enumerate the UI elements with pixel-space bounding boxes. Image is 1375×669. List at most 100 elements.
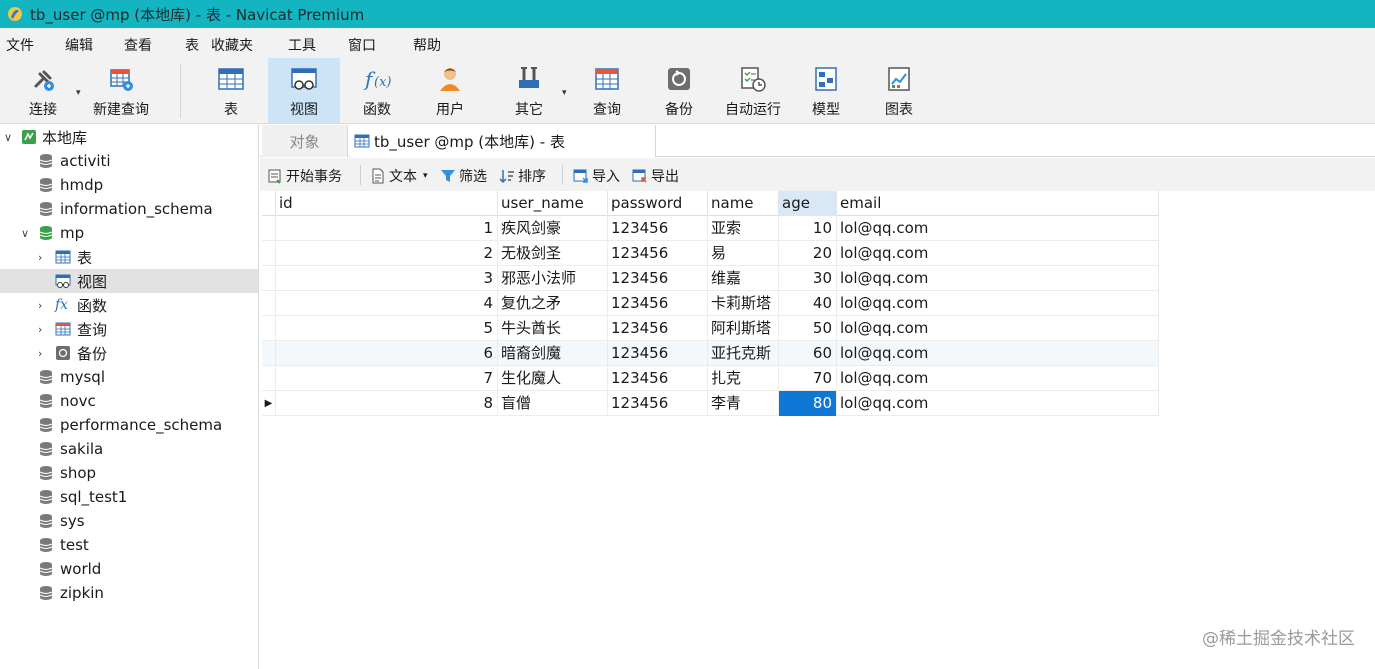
tree-database-mp[interactable]: ∨ mp	[0, 221, 258, 245]
cell-user-name[interactable]: 生化魔人	[498, 366, 608, 391]
row-marker[interactable]	[262, 291, 276, 316]
column-header-password[interactable]: password	[608, 191, 708, 216]
export-button[interactable]: 导出	[632, 166, 679, 186]
tree-database[interactable]: performance_schema	[0, 413, 258, 437]
text-dropdown-icon[interactable]: ▾	[423, 171, 428, 181]
tab-objects[interactable]: 对象	[262, 125, 348, 157]
cell-id[interactable]: 6	[276, 341, 498, 366]
tree-folder-functions[interactable]: › fx 函数	[0, 293, 258, 317]
cell-password[interactable]: 123456	[608, 291, 708, 316]
import-button[interactable]: 导入	[573, 166, 620, 186]
cell-age[interactable]: 40	[779, 291, 837, 316]
connect-button[interactable]: 连接	[14, 58, 72, 124]
cell-name[interactable]: 阿利斯塔	[708, 316, 779, 341]
tab-tb-user[interactable]: tb_user @mp (本地库) - 表	[350, 125, 656, 157]
row-marker[interactable]	[262, 316, 276, 341]
tree-database[interactable]: world	[0, 557, 258, 581]
sort-button[interactable]: 排序	[499, 166, 546, 186]
tree-database[interactable]: test	[0, 533, 258, 557]
cell-email[interactable]: lol@qq.com	[837, 291, 1159, 316]
model-button[interactable]: 模型	[795, 58, 857, 124]
table-row[interactable]: 3 邪恶小法师 123456 维嘉 30 lol@qq.com	[262, 266, 1159, 291]
chevron-right-icon[interactable]: ›	[38, 323, 42, 336]
user-button[interactable]: 用户	[419, 58, 481, 124]
menu-tools[interactable]: 工具	[288, 35, 316, 55]
cell-age[interactable]: 10	[779, 216, 837, 241]
menu-view[interactable]: 查看	[124, 35, 152, 55]
cell-age[interactable]: 60	[779, 341, 837, 366]
chevron-right-icon[interactable]: ›	[38, 299, 42, 312]
tree-folder-queries[interactable]: › 查询	[0, 317, 258, 341]
cell-user-name[interactable]: 无极剑圣	[498, 241, 608, 266]
begin-transaction-button[interactable]: 开始事务	[267, 166, 342, 186]
table-row[interactable]: 1 疾风剑豪 123456 亚索 10 lol@qq.com	[262, 216, 1159, 241]
backup-button[interactable]: 备份	[648, 58, 710, 124]
cell-email[interactable]: lol@qq.com	[837, 391, 1159, 416]
cell-id[interactable]: 7	[276, 366, 498, 391]
cell-age[interactable]: 70	[779, 366, 837, 391]
table-row[interactable]: 5 牛头酋长 123456 阿利斯塔 50 lol@qq.com	[262, 316, 1159, 341]
other-dropdown-icon[interactable]: ▾	[562, 88, 567, 98]
cell-age[interactable]: 20	[779, 241, 837, 266]
chevron-down-icon[interactable]: ∨	[4, 131, 12, 144]
function-button[interactable]: f (x) 函数	[346, 58, 408, 124]
table-row[interactable]: 4 复仇之矛 123456 卡莉斯塔 40 lol@qq.com	[262, 291, 1159, 316]
menu-table[interactable]: 表	[185, 35, 199, 55]
filter-button[interactable]: 筛选	[440, 166, 487, 186]
tree-database[interactable]: sys	[0, 509, 258, 533]
menu-window[interactable]: 窗口	[348, 35, 376, 55]
menu-favorites[interactable]: 收藏夹	[211, 35, 253, 55]
table-row[interactable]: 6 暗裔剑魔 123456 亚托克斯 60 lol@qq.com	[262, 341, 1159, 366]
connect-dropdown-icon[interactable]: ▾	[76, 88, 81, 98]
tree-connection-local[interactable]: ∨ 本地库	[0, 125, 258, 149]
row-marker[interactable]	[262, 366, 276, 391]
table-button[interactable]: 表	[200, 58, 262, 124]
view-button[interactable]: 视图	[268, 58, 340, 124]
cell-id[interactable]: 2	[276, 241, 498, 266]
menu-file[interactable]: 文件	[6, 35, 34, 55]
tree-database[interactable]: information_schema	[0, 197, 258, 221]
cell-age[interactable]: 50	[779, 316, 837, 341]
cell-user-name[interactable]: 疾风剑豪	[498, 216, 608, 241]
cell-user-name[interactable]: 暗裔剑魔	[498, 341, 608, 366]
cell-password[interactable]: 123456	[608, 241, 708, 266]
tree-database[interactable]: mysql	[0, 365, 258, 389]
table-row[interactable]: 7 生化魔人 123456 扎克 70 lol@qq.com	[262, 366, 1159, 391]
current-row-pointer-icon[interactable]: ▶	[262, 391, 276, 416]
cell-id[interactable]: 8	[276, 391, 498, 416]
tree-database[interactable]: sql_test1	[0, 485, 258, 509]
tree-database[interactable]: sakila	[0, 437, 258, 461]
cell-password[interactable]: 123456	[608, 366, 708, 391]
cell-id[interactable]: 3	[276, 266, 498, 291]
table-row-current[interactable]: ▶ 8 盲僧 123456 李青 80 lol@qq.com	[262, 391, 1159, 416]
column-header-user-name[interactable]: user_name	[498, 191, 608, 216]
cell-email[interactable]: lol@qq.com	[837, 341, 1159, 366]
tree-database[interactable]: hmdp	[0, 173, 258, 197]
cell-email[interactable]: lol@qq.com	[837, 241, 1159, 266]
cell-age[interactable]: 30	[779, 266, 837, 291]
cell-password[interactable]: 123456	[608, 341, 708, 366]
cell-password[interactable]: 123456	[608, 216, 708, 241]
chevron-right-icon[interactable]: ›	[38, 347, 42, 360]
cell-email[interactable]: lol@qq.com	[837, 316, 1159, 341]
cell-password[interactable]: 123456	[608, 391, 708, 416]
tree-folder-views[interactable]: 视图	[0, 269, 258, 293]
new-query-button[interactable]: 新建查询	[88, 58, 154, 124]
cell-user-name[interactable]: 复仇之矛	[498, 291, 608, 316]
cell-id[interactable]: 5	[276, 316, 498, 341]
cell-name[interactable]: 亚索	[708, 216, 779, 241]
auto-run-button[interactable]: 自动运行	[720, 58, 786, 124]
text-view-button[interactable]: 文本 ▾	[370, 166, 428, 186]
cell-name[interactable]: 卡莉斯塔	[708, 291, 779, 316]
row-marker[interactable]	[262, 216, 276, 241]
column-header-name[interactable]: name	[708, 191, 779, 216]
cell-name[interactable]: 亚托克斯	[708, 341, 779, 366]
row-marker[interactable]	[262, 341, 276, 366]
other-button[interactable]: 其它	[498, 58, 560, 124]
cell-age-selected[interactable]: 80	[779, 391, 837, 416]
tree-database[interactable]: novc	[0, 389, 258, 413]
cell-user-name[interactable]: 盲僧	[498, 391, 608, 416]
cell-id[interactable]: 1	[276, 216, 498, 241]
cell-user-name[interactable]: 牛头酋长	[498, 316, 608, 341]
row-marker[interactable]	[262, 266, 276, 291]
